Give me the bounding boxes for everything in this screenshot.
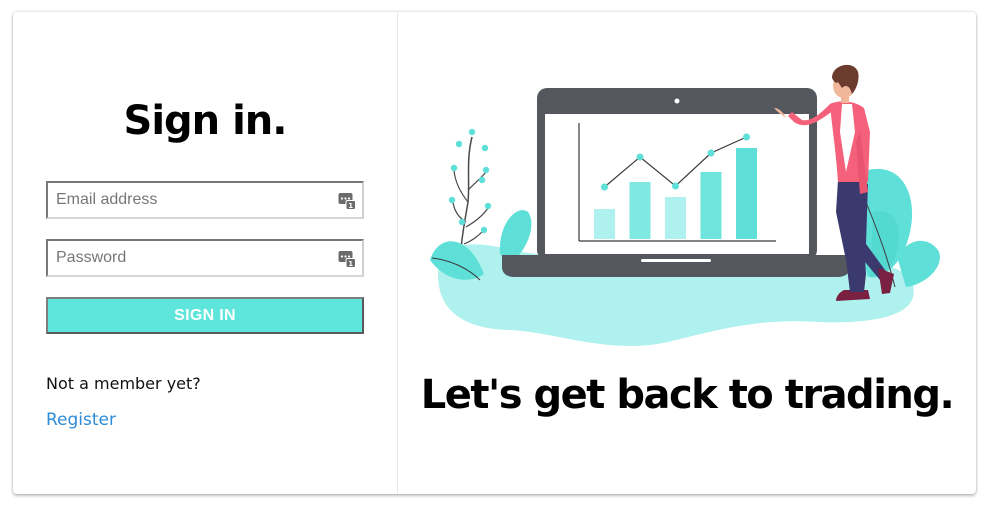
chart-point bbox=[636, 153, 644, 161]
register-link[interactable]: Register bbox=[46, 410, 116, 430]
email-field-wrapper: 1 bbox=[46, 181, 364, 219]
trading-illustration bbox=[430, 64, 940, 346]
chart-bar bbox=[700, 172, 722, 239]
chart-point bbox=[707, 149, 715, 157]
not-member-text: Not a member yet? bbox=[46, 374, 201, 393]
page-title: Sign in. bbox=[123, 98, 288, 144]
chart-bar bbox=[736, 148, 757, 239]
signin-button[interactable]: SIGN IN bbox=[46, 297, 364, 334]
laptop bbox=[502, 88, 850, 277]
plant-right bbox=[858, 168, 940, 288]
email-field[interactable] bbox=[48, 183, 336, 217]
chart-bar bbox=[665, 197, 686, 239]
chart-point bbox=[672, 182, 679, 190]
hero-tagline: Let's get back to trading. bbox=[420, 372, 955, 418]
chart-point bbox=[601, 183, 608, 191]
signin-panel: Sign in. 1 1 SIGN IN bbox=[13, 12, 398, 494]
svg-text:1: 1 bbox=[348, 202, 353, 210]
chart-bar bbox=[594, 209, 615, 239]
chart-bar bbox=[629, 182, 651, 239]
svg-text:1: 1 bbox=[348, 260, 353, 268]
password-manager-key-icon[interactable]: 1 bbox=[338, 250, 356, 268]
hero-panel: Let's get back to trading. bbox=[398, 12, 976, 494]
password-manager-key-icon[interactable]: 1 bbox=[338, 192, 356, 210]
password-field-wrapper: 1 bbox=[46, 239, 364, 277]
password-field[interactable] bbox=[48, 241, 336, 275]
chart-point bbox=[743, 133, 750, 141]
login-card: Sign in. 1 1 SIGN IN bbox=[13, 12, 976, 494]
